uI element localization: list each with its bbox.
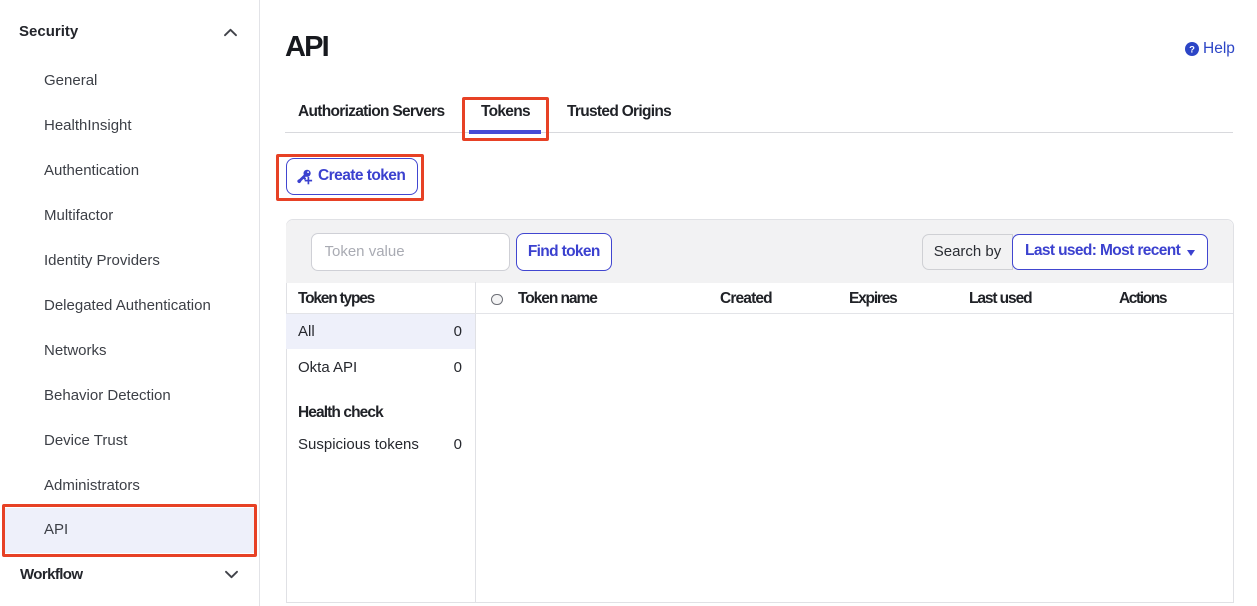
svg-text:?: ?	[1189, 44, 1195, 55]
